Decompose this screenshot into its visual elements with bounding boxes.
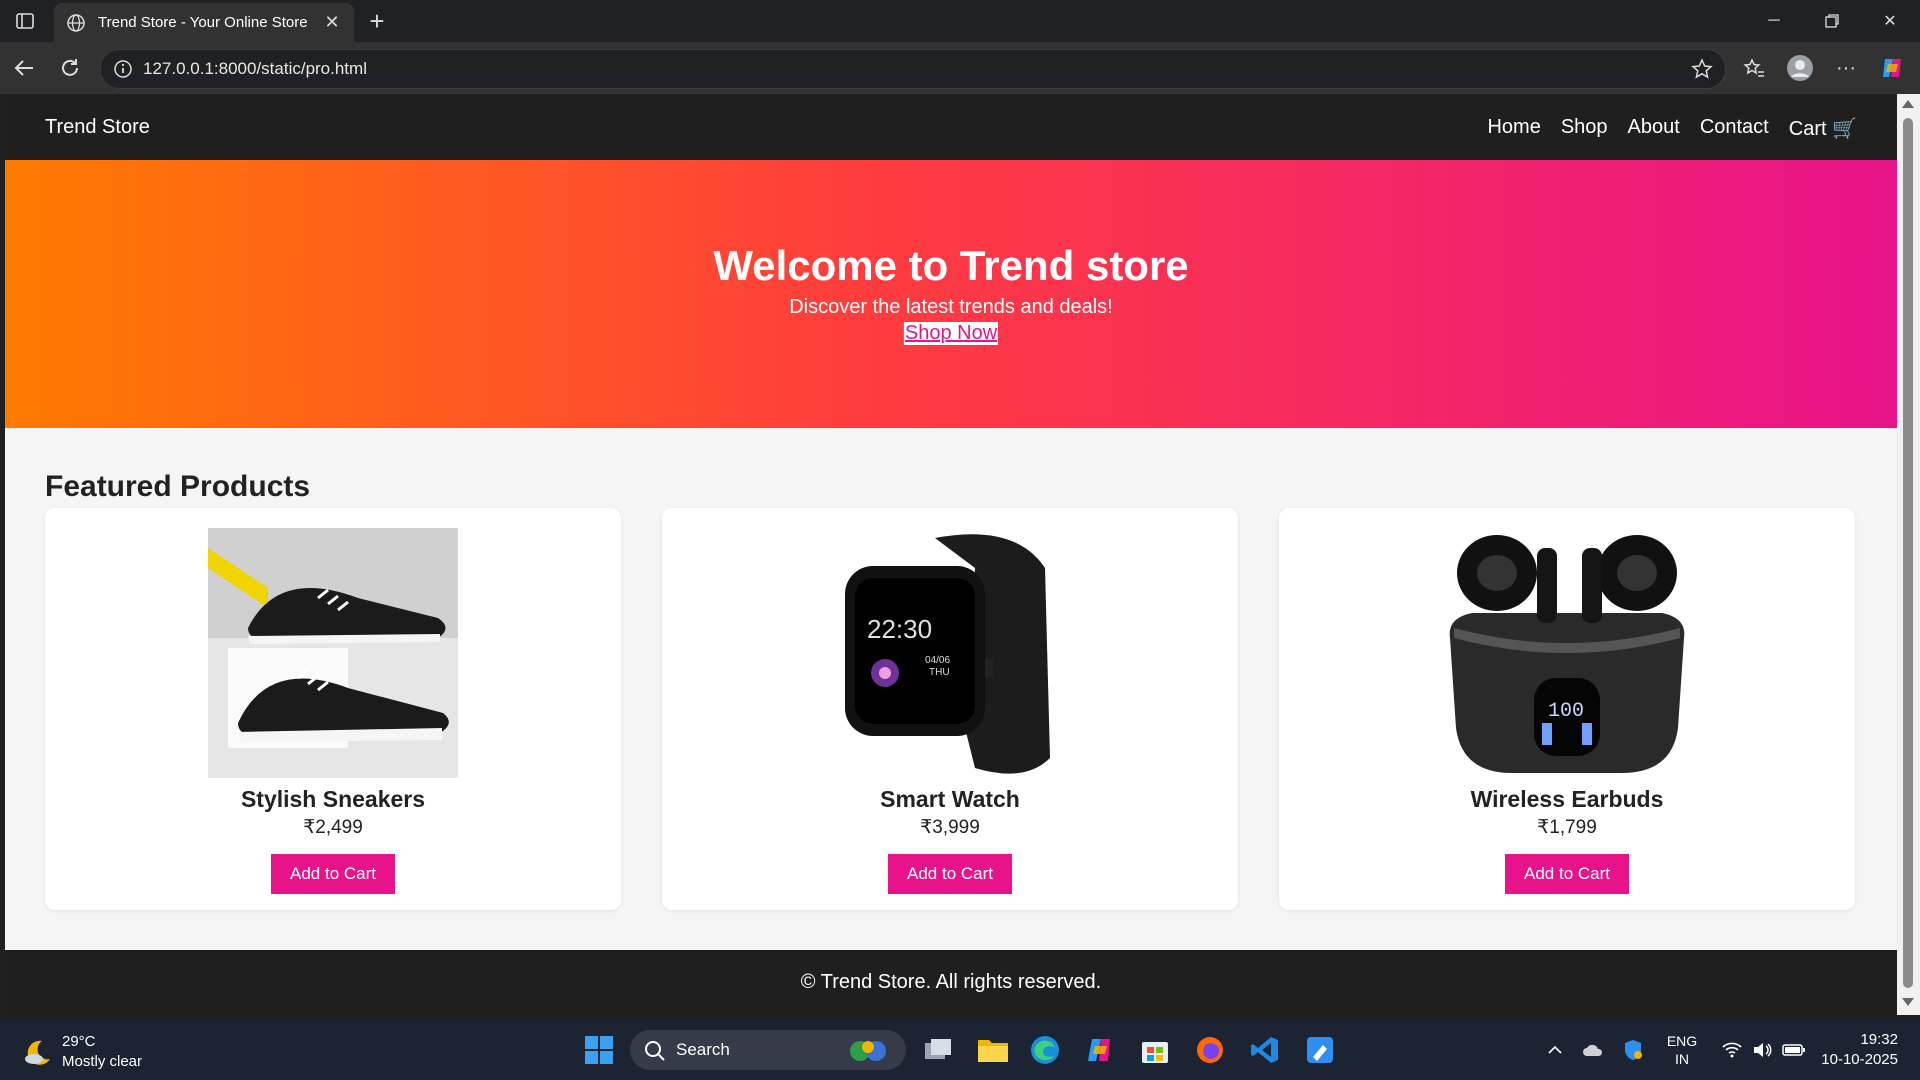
shop-now-link[interactable]: Shop Now (903, 322, 999, 345)
product-price: ₹3,999 (920, 817, 980, 838)
reload-icon[interactable] (56, 54, 84, 82)
favorite-star-icon[interactable] (1691, 58, 1713, 80)
globe-icon (67, 13, 85, 32)
lang-bottom: IN (1675, 1051, 1689, 1067)
product-card: 22:30 04/06 THU Smart Watch ₹3,999 Add t… (662, 508, 1238, 910)
close-window-button[interactable]: ✕ (1862, 0, 1918, 42)
hero-title: Welcome to Trend store (713, 242, 1189, 289)
earbuds-image[interactable]: 100 (1442, 528, 1692, 778)
moon-weather-icon (25, 1040, 50, 1065)
browser-toolbar: 127.0.0.1:8000/static/pro.html ··· (0, 42, 1920, 94)
security-shield-icon[interactable] (1618, 1020, 1648, 1080)
scroll-up-icon[interactable] (1902, 100, 1914, 108)
browser-tab[interactable]: Trend Store - Your Online Store ✕ (54, 3, 354, 42)
task-view-icon[interactable] (918, 1030, 958, 1070)
product-price: ₹1,799 (1537, 817, 1597, 838)
store-icon[interactable] (1135, 1030, 1175, 1070)
site-header: Trend Store Home Shop About Contact Cart… (5, 94, 1897, 160)
profile-icon[interactable] (1786, 54, 1814, 82)
minimize-button[interactable]: ─ (1746, 0, 1802, 42)
address-bar[interactable]: 127.0.0.1:8000/static/pro.html (100, 49, 1726, 89)
page-viewport: Trend Store Home Shop About Contact Cart… (5, 94, 1897, 1015)
site-nav: Home Shop About Contact Cart 🛒 (1487, 116, 1857, 141)
svg-text:THU: THU (929, 667, 950, 678)
onedrive-cloud-icon[interactable] (1578, 1020, 1608, 1080)
search-highlight-icon (850, 1041, 886, 1061)
edge-browser-icon[interactable] (1025, 1030, 1065, 1070)
paint-app-icon[interactable] (1300, 1030, 1340, 1070)
taskbar-search[interactable]: Search (630, 1030, 906, 1070)
product-price: ₹2,499 (303, 817, 363, 838)
add-to-cart-button[interactable]: Add to Cart (1505, 854, 1629, 894)
weather-widget[interactable]: 29°C Mostly clear (22, 1032, 142, 1072)
tab-actions-icon[interactable] (10, 8, 40, 34)
lang-top: ENG (1666, 1033, 1698, 1049)
battery-icon (1782, 1044, 1805, 1056)
page-scrollbar[interactable] (1897, 94, 1920, 1015)
scroll-down-icon[interactable] (1902, 998, 1914, 1006)
site-info-icon[interactable] (113, 59, 133, 79)
search-icon (645, 1041, 665, 1061)
sneakers-image[interactable] (208, 528, 458, 778)
footer-text: © Trend Store. All rights reserved. (800, 971, 1102, 993)
clock-time: 19:32 (1860, 1031, 1898, 1048)
show-hidden-icons[interactable] (1540, 1020, 1570, 1080)
hero-banner: Welcome to Trend store Discover the late… (5, 160, 1897, 428)
firefox-icon[interactable] (1190, 1030, 1230, 1070)
language-indicator[interactable]: ENG IN (1662, 1020, 1702, 1080)
featured-title: Featured Products (45, 470, 311, 503)
product-name: Stylish Sneakers (240, 786, 426, 812)
svg-text:100: 100 (1548, 700, 1584, 723)
new-tab-button[interactable]: + (362, 6, 392, 36)
quick-settings[interactable] (1714, 1020, 1814, 1080)
nav-shop[interactable]: Shop (1561, 116, 1608, 141)
search-label: Search (676, 1040, 730, 1059)
weather-temp: 29°C (62, 1033, 96, 1050)
file-explorer-icon[interactable] (973, 1030, 1013, 1070)
tab-title: Trend Store - Your Online Store (98, 14, 308, 31)
restore-button[interactable] (1804, 0, 1860, 42)
clock-date: 10-10-2025 (1821, 1051, 1898, 1068)
site-brand[interactable]: Trend Store (45, 116, 150, 139)
site-footer: © Trend Store. All rights reserved. (5, 950, 1897, 1015)
add-to-cart-button[interactable]: Add to Cart (271, 854, 395, 894)
browser-tab-bar: Trend Store - Your Online Store ✕ + ─ ✕ (0, 0, 1920, 42)
product-card: 100 Wireless Earbuds ₹1,799 Add to Cart (1279, 508, 1855, 910)
svg-text:04/06: 04/06 (925, 655, 950, 666)
weather-desc: Mostly clear (62, 1053, 143, 1070)
product-name: Smart Watch (880, 786, 1020, 812)
more-options-icon[interactable]: ··· (1832, 54, 1860, 82)
add-to-cart-button[interactable]: Add to Cart (888, 854, 1012, 894)
smartwatch-image[interactable]: 22:30 04/06 THU (825, 528, 1075, 778)
svg-text:22:30: 22:30 (867, 614, 932, 644)
copilot-icon[interactable] (1878, 54, 1906, 82)
url-text: 127.0.0.1:8000/static/pro.html (143, 59, 367, 78)
back-icon[interactable] (10, 54, 38, 82)
close-tab-icon[interactable]: ✕ (318, 12, 346, 33)
copilot-app-icon[interactable] (1080, 1030, 1120, 1070)
volume-icon (1754, 1043, 1772, 1057)
wifi-icon (1722, 1042, 1742, 1058)
start-windows-icon[interactable] (579, 1030, 619, 1070)
product-card: Stylish Sneakers ₹2,499 Add to Cart (45, 508, 621, 910)
nav-contact[interactable]: Contact (1700, 116, 1769, 141)
product-name: Wireless Earbuds (1470, 786, 1664, 812)
favorites-icon[interactable] (1740, 54, 1768, 82)
vscode-icon[interactable] (1245, 1030, 1285, 1070)
nav-home[interactable]: Home (1487, 116, 1540, 141)
nav-cart[interactable]: Cart 🛒 (1789, 116, 1857, 141)
nav-about[interactable]: About (1628, 116, 1680, 141)
windows-taskbar: 29°C Mostly clear Search ENG IN 19:32 10… (0, 1020, 1920, 1080)
taskbar-clock[interactable]: 19:32 10-10-2025 (1821, 1030, 1898, 1070)
hero-subtitle: Discover the latest trends and deals! (789, 296, 1113, 318)
scrollbar-thumb[interactable] (1903, 118, 1913, 988)
